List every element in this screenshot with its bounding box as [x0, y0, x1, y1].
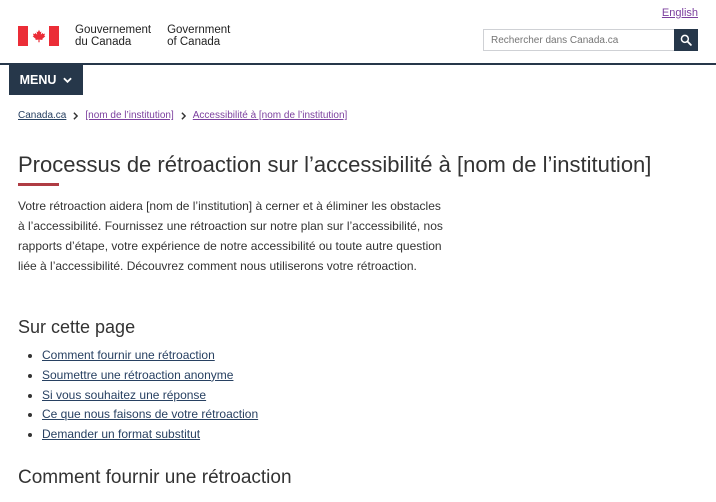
header-divider	[0, 63, 716, 65]
toc-link-what-we-do[interactable]: Ce que nous faisons de votre rétroaction	[42, 407, 258, 421]
signature-french-line-2: du Canada	[75, 36, 132, 48]
breadcrumb-link-canada[interactable]: Canada.ca	[18, 110, 66, 121]
section-heading-how-to-provide: Comment fournir une rétroaction	[18, 467, 292, 488]
language-toggle-link[interactable]: English	[662, 7, 698, 19]
signature-english: Government of Canada	[167, 24, 230, 48]
chevron-right-icon	[73, 111, 79, 120]
list-item: Ce que nous faisons de votre rétroaction	[27, 405, 258, 425]
signature-french: Gouvernement du Canada	[75, 24, 151, 48]
chevron-right-icon	[181, 111, 186, 120]
signature-english-line-2: of Canada	[167, 36, 221, 48]
menu-button[interactable]: MENU	[9, 65, 83, 95]
breadcrumb: Canada.ca [nom de l’institution] Accessi…	[18, 110, 347, 121]
page-title: Processus de rétroaction sur l’accessibi…	[18, 152, 652, 177]
list-item: Soumettre une rétroaction anonyme	[27, 366, 258, 386]
on-this-page-list: Comment fournir une rétroaction Soumettr…	[27, 346, 258, 445]
search-form	[483, 29, 698, 51]
signature-english-line-1: Government	[167, 24, 231, 36]
toc-link-response[interactable]: Si vous souhaitez une réponse	[42, 388, 206, 402]
menu-label: MENU	[19, 73, 57, 87]
government-signature[interactable]: Gouvernement du Canada Government of Can…	[18, 24, 230, 48]
search-input[interactable]	[483, 29, 674, 51]
on-this-page-heading: Sur cette page	[18, 317, 136, 337]
toc-link-alternate-format[interactable]: Demander un format substitut	[42, 427, 200, 441]
list-item: Demander un format substitut	[27, 425, 258, 445]
search-button[interactable]	[674, 29, 698, 51]
breadcrumb-link-institution[interactable]: [nom de l’institution]	[85, 110, 173, 121]
list-item: Si vous souhaitez une réponse	[27, 386, 258, 406]
title-underline-decoration	[18, 183, 59, 186]
chevron-down-icon	[63, 77, 73, 83]
breadcrumb-link-accessibility[interactable]: Accessibilité à [nom de l’institution]	[193, 110, 348, 121]
intro-paragraph: Votre rétroaction aidera [nom de l’insti…	[18, 199, 443, 273]
signature-french-line-1: Gouvernement	[75, 24, 152, 36]
canada-flag-icon	[18, 26, 59, 46]
toc-link-how-to-provide[interactable]: Comment fournir une rétroaction	[42, 348, 215, 362]
list-item: Comment fournir une rétroaction	[27, 346, 258, 366]
toc-link-anonymous[interactable]: Soumettre une rétroaction anonyme	[42, 368, 233, 382]
search-icon	[680, 34, 692, 46]
